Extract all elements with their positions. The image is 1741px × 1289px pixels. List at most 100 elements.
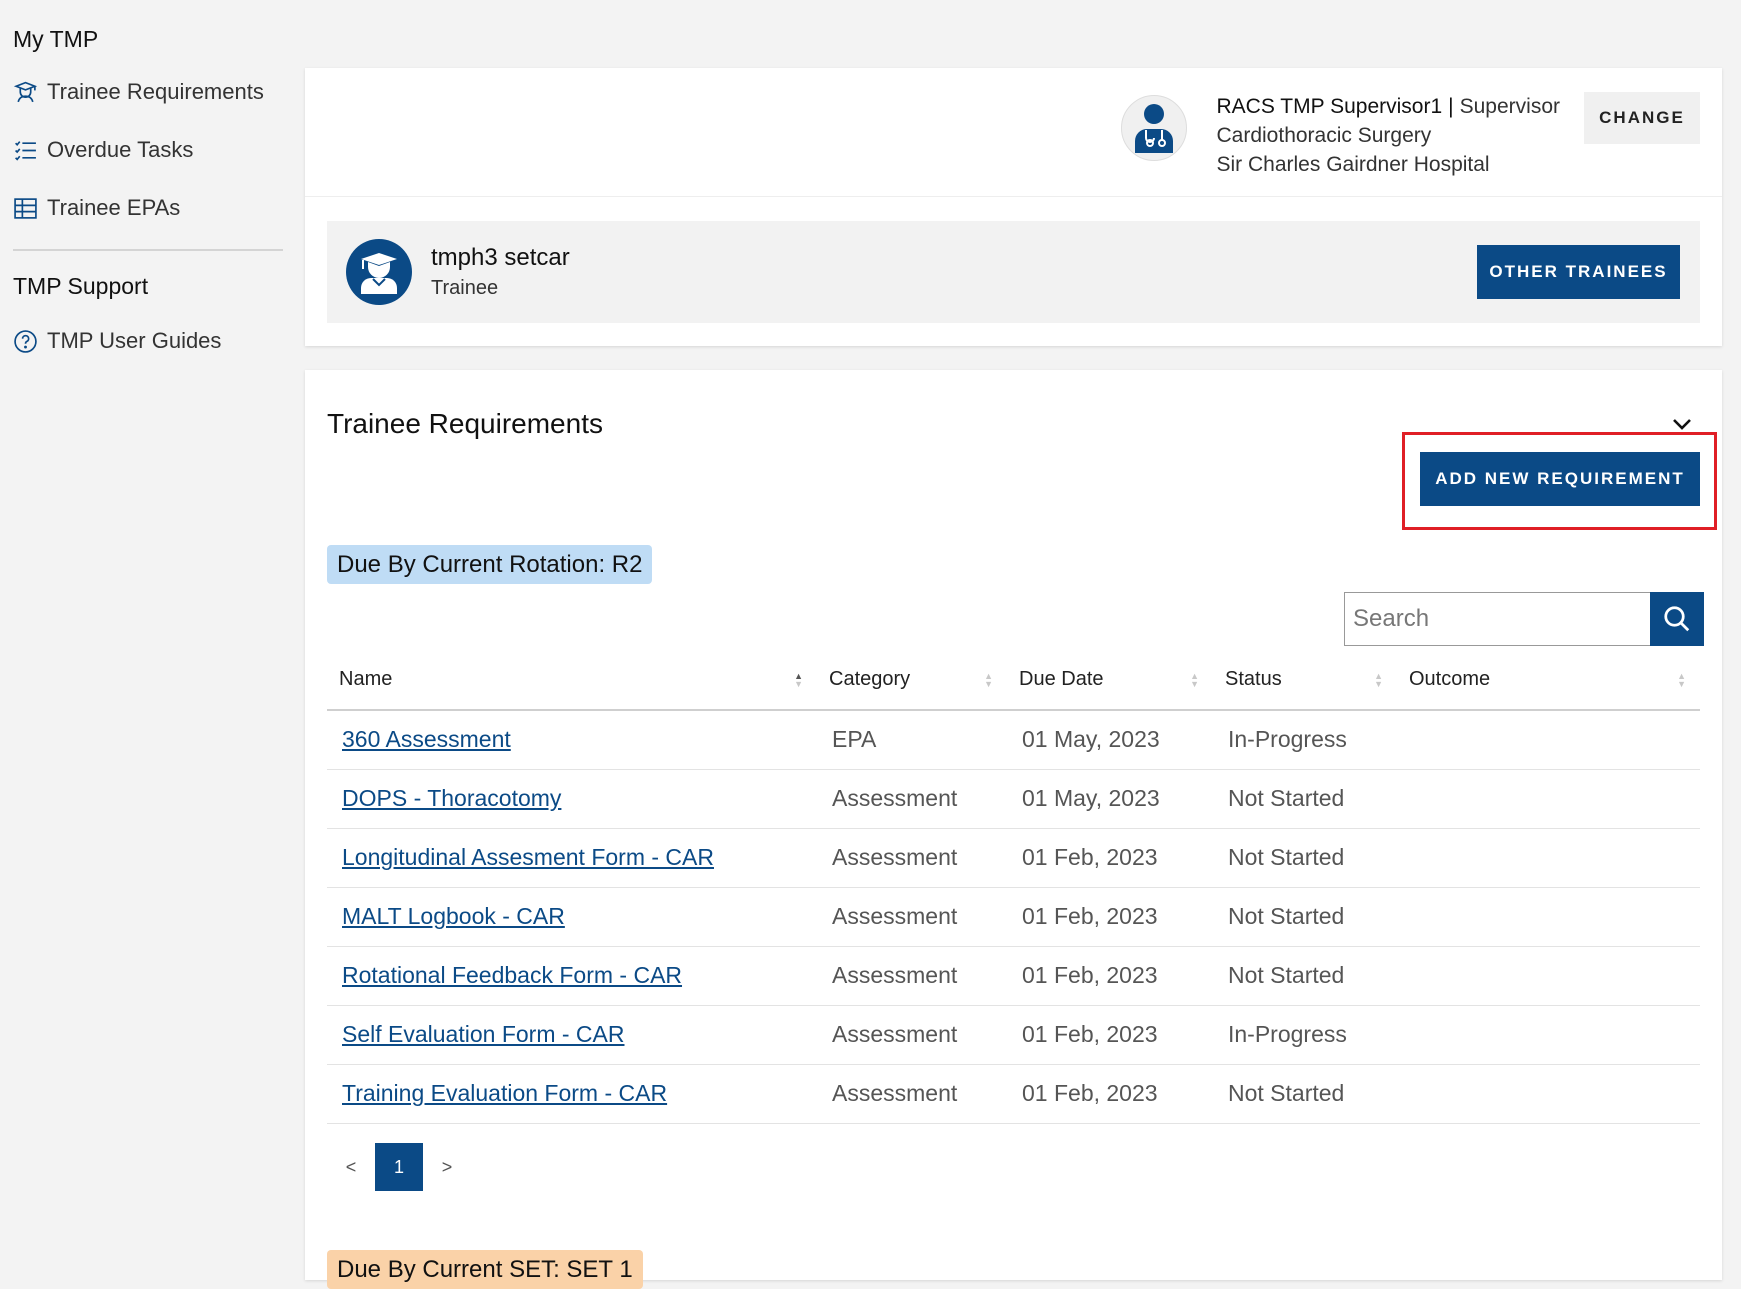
sort-icon: ▲ ▼: [1190, 671, 1199, 689]
pagination-prev[interactable]: <: [327, 1157, 375, 1178]
supervisor-info: RACS TMP Supervisor1 | Supervisor Cardioth…: [1120, 92, 1700, 179]
requirement-link[interactable]: 360 Assessment: [342, 726, 511, 752]
trainee-name: tmph3 setcar: [431, 244, 570, 271]
column-header-due-date[interactable]: Due Date ▲ ▼: [1007, 650, 1213, 711]
column-header-name[interactable]: Name ▲ ▼: [327, 650, 817, 711]
cell-outcome: [1397, 1005, 1700, 1065]
sort-icon: ▲ ▼: [1374, 671, 1383, 689]
supervisor-separator: |: [1448, 95, 1454, 118]
trainee-details: tmph3 setcar Trainee: [431, 242, 570, 302]
search-icon: [1664, 606, 1690, 632]
table-row: MALT Logbook - CAR Assessment 01 Feb, 20…: [327, 887, 1700, 947]
search-button[interactable]: [1650, 592, 1704, 646]
cell-category: Assessment: [817, 887, 1007, 947]
pagination-page-1[interactable]: 1: [375, 1143, 423, 1191]
rotation-badge: Due By Current Rotation: R2: [327, 545, 653, 584]
cell-outcome: [1397, 887, 1700, 947]
sort-icon: ▲ ▼: [984, 671, 993, 689]
table-row: Self Evaluation Form - CAR Assessment 01…: [327, 1005, 1700, 1065]
sidebar-item-user-guides[interactable]: TMP User Guides: [13, 324, 300, 358]
column-label: Category: [829, 668, 911, 690]
sort-icon: ▲ ▼: [794, 671, 803, 689]
requirement-link[interactable]: Training Evaluation Form - CAR: [342, 1080, 667, 1106]
cell-status: Not Started: [1213, 769, 1397, 829]
search-input[interactable]: [1344, 592, 1650, 646]
trainee-avatar: [346, 239, 412, 305]
other-trainees-button[interactable]: OTHER TRAINEES: [1477, 245, 1680, 299]
cell-category: Assessment: [817, 828, 1007, 888]
supervisor-specialty: Cardiothoracic Surgery: [1216, 124, 1432, 147]
table-row: 360 Assessment EPA 01 May, 2023 In-Progr…: [327, 710, 1700, 770]
cell-name: MALT Logbook - CAR: [327, 887, 817, 947]
change-button[interactable]: CHANGE: [1584, 92, 1700, 144]
cell-name: Rotational Feedback Form - CAR: [327, 946, 817, 1006]
cell-due-date: 01 Feb, 2023: [1007, 1064, 1213, 1124]
sidebar-heading-support: TMP Support: [13, 273, 149, 299]
requirements-table: Name ▲ ▼ Category ▲ ▼ Due Date ▲ ▼ Status ▲ ▼ Ou…: [327, 650, 1700, 1124]
column-label: Outcome: [1409, 668, 1491, 690]
pagination-next[interactable]: >: [423, 1157, 471, 1178]
table-row: Training Evaluation Form - CAR Assessmen…: [327, 1064, 1700, 1124]
requirement-link[interactable]: DOPS - Thoracotomy: [342, 785, 561, 811]
requirement-link[interactable]: Longitudinal Assesment Form - CAR: [342, 844, 714, 870]
requirement-link[interactable]: Rotational Feedback Form - CAR: [342, 962, 682, 988]
sidebar-item-trainee-requirements[interactable]: Trainee Requirements: [13, 75, 300, 109]
column-label: Due Date: [1019, 668, 1104, 690]
cell-due-date: 01 Feb, 2023: [1007, 887, 1213, 947]
column-header-category[interactable]: Category ▲ ▼: [817, 650, 1007, 711]
sidebar-item-overdue-tasks[interactable]: Overdue Tasks: [13, 133, 300, 167]
cell-outcome: [1397, 828, 1700, 888]
cell-due-date: 01 May, 2023: [1007, 769, 1213, 829]
cell-status: Not Started: [1213, 828, 1397, 888]
column-header-status[interactable]: Status ▲ ▼: [1213, 650, 1397, 711]
trainee-icon: [13, 81, 38, 102]
cell-category: Assessment: [817, 946, 1007, 1006]
requirement-link[interactable]: Self Evaluation Form - CAR: [342, 1021, 624, 1047]
cell-outcome: [1397, 1064, 1700, 1124]
sidebar-item-label: Overdue Tasks: [47, 137, 194, 162]
supervisor-name: RACS TMP Supervisor1: [1216, 95, 1443, 118]
column-header-outcome[interactable]: Outcome ▲ ▼: [1397, 650, 1700, 711]
add-new-requirement-button[interactable]: ADD NEW REQUIREMENT: [1420, 452, 1700, 506]
cell-status: In-Progress: [1213, 710, 1397, 770]
cell-status: In-Progress: [1213, 1005, 1397, 1065]
column-label: Name: [339, 668, 393, 690]
sidebar-heading-my-tmp: My TMP: [13, 26, 99, 52]
cell-status: Not Started: [1213, 946, 1397, 1006]
help-circle-icon: [14, 329, 37, 353]
cell-status: Not Started: [1213, 887, 1397, 947]
cell-outcome: [1397, 946, 1700, 1006]
cell-name: Longitudinal Assesment Form - CAR: [327, 828, 817, 888]
sort-icon: ▲ ▼: [1677, 671, 1686, 689]
sidebar-item-label: TMP User Guides: [47, 328, 222, 353]
set-badge: Due By Current SET: SET 1: [327, 1250, 643, 1289]
cell-due-date: 01 Feb, 2023: [1007, 828, 1213, 888]
supervisor-hospital: Sir Charles Gairdner Hospital: [1216, 153, 1490, 176]
cell-category: Assessment: [817, 769, 1007, 829]
sidebar-item-trainee-epas[interactable]: Trainee EPAs: [13, 191, 300, 225]
cell-due-date: 01 May, 2023: [1007, 710, 1213, 770]
pagination: < 1 >: [327, 1143, 471, 1191]
cell-category: EPA: [817, 710, 1007, 770]
section-title: Trainee Requirements: [327, 408, 603, 439]
table-row: Rotational Feedback Form - CAR Assessmen…: [327, 946, 1700, 1006]
cell-category: Assessment: [817, 1005, 1007, 1065]
table-row: Longitudinal Assesment Form - CAR Assess…: [327, 828, 1700, 888]
cell-status: Not Started: [1213, 1064, 1397, 1124]
supervisor-role: Supervisor: [1459, 95, 1560, 118]
trainee-requirements-card: Trainee Requirements ADD NEW REQUIREMENT…: [305, 370, 1722, 1289]
supervisor-avatar: [1120, 95, 1187, 161]
card-divider: [305, 196, 1722, 197]
cell-due-date: 01 Feb, 2023: [1007, 946, 1213, 1006]
requirement-link[interactable]: MALT Logbook - CAR: [342, 903, 565, 929]
sidebar-divider: [13, 249, 283, 251]
cell-name: Self Evaluation Form - CAR: [327, 1005, 817, 1065]
doctor-icon: [1134, 104, 1173, 153]
table-icon: [14, 197, 37, 219]
sidebar: My TMP Trainee Requirements Overdue Task…: [0, 0, 300, 1280]
cell-name: 360 Assessment: [327, 710, 817, 770]
checklist-icon: [15, 140, 36, 161]
cell-name: Training Evaluation Form - CAR: [327, 1064, 817, 1124]
graduate-icon: [361, 253, 397, 294]
user-context-card: RACS TMP Supervisor1 | Supervisor Cardioth…: [305, 68, 1722, 346]
